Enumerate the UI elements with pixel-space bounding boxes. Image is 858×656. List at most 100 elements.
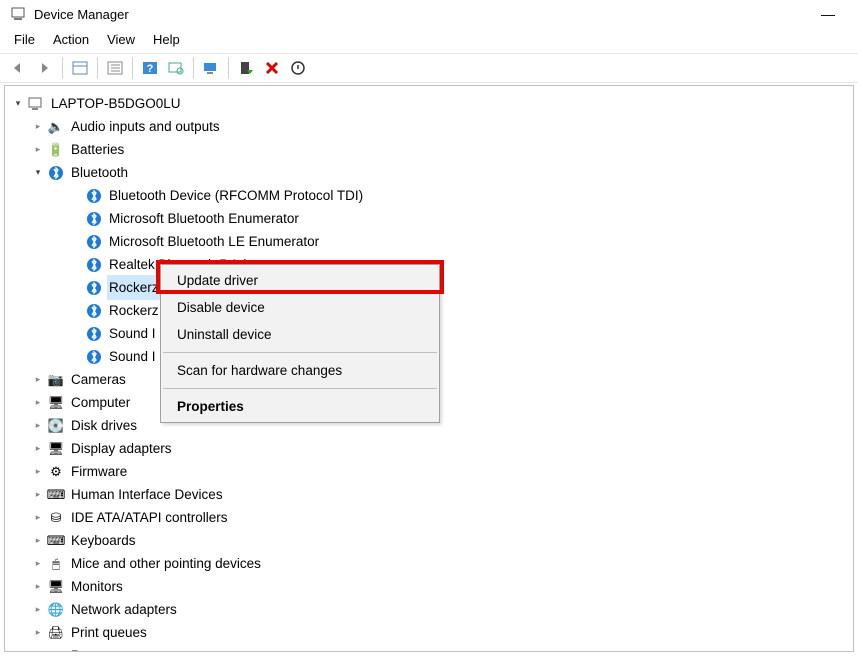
expand-icon[interactable] bbox=[31, 552, 45, 575]
menu-divider bbox=[163, 388, 437, 389]
context-menu-item[interactable]: Scan for hardware changes bbox=[161, 357, 439, 384]
expand-icon[interactable] bbox=[31, 529, 45, 552]
tree-category[interactable]: 🖱Mice and other pointing devices bbox=[9, 552, 849, 575]
category-label: Bluetooth bbox=[69, 160, 130, 185]
category-label: Print queues bbox=[69, 620, 149, 645]
category-label: Cameras bbox=[69, 367, 128, 392]
tree-category[interactable]: 🔋Batteries bbox=[9, 138, 849, 161]
device-label: Rockerz bbox=[107, 298, 161, 323]
disable-device-icon[interactable] bbox=[285, 56, 311, 80]
properties-icon[interactable] bbox=[102, 56, 128, 80]
category-label: Network adapters bbox=[69, 597, 179, 622]
uninstall-icon[interactable] bbox=[259, 56, 285, 80]
bluetooth-icon bbox=[85, 187, 103, 205]
expand-icon[interactable] bbox=[31, 621, 45, 644]
expand-icon[interactable] bbox=[31, 161, 45, 184]
expand-icon[interactable] bbox=[31, 138, 45, 161]
root-label: LAPTOP-B5DGO0LU bbox=[49, 91, 183, 116]
titlebar: Device Manager — bbox=[0, 0, 858, 26]
category-label: Batteries bbox=[69, 137, 126, 162]
scan-hardware-icon[interactable] bbox=[163, 56, 189, 80]
tree-category[interactable]: ⚙Firmware bbox=[9, 460, 849, 483]
tree-category[interactable]: ⌨Human Interface Devices bbox=[9, 483, 849, 506]
device-label: Sound I bbox=[107, 321, 158, 346]
update-driver-icon[interactable] bbox=[198, 56, 224, 80]
bluetooth-icon bbox=[85, 256, 103, 274]
expand-icon[interactable] bbox=[31, 460, 45, 483]
bluetooth-icon bbox=[47, 164, 65, 182]
tree-category[interactable]: 🖨Print queues bbox=[9, 621, 849, 644]
menu-divider bbox=[163, 352, 437, 353]
tree-device[interactable]: Bluetooth Device (RFCOMM Protocol TDI) bbox=[9, 184, 849, 207]
context-menu-item[interactable]: Update driver bbox=[161, 267, 439, 294]
tree-category[interactable]: 🔈Audio inputs and outputs bbox=[9, 115, 849, 138]
device-label: Microsoft Bluetooth LE Enumerator bbox=[107, 229, 321, 254]
device-label: Rockerz bbox=[107, 275, 161, 300]
expand-icon[interactable] bbox=[31, 483, 45, 506]
disk-icon: 💽 bbox=[47, 417, 65, 435]
camera-icon: 📷 bbox=[47, 371, 65, 389]
context-menu-item[interactable]: Properties bbox=[161, 393, 439, 420]
enable-device-icon[interactable] bbox=[233, 56, 259, 80]
expand-icon[interactable] bbox=[31, 598, 45, 621]
bluetooth-icon bbox=[85, 348, 103, 366]
tree-category[interactable]: 🖥Display adapters bbox=[9, 437, 849, 460]
keyboard-icon: ⌨ bbox=[47, 532, 65, 550]
tree-device[interactable]: Microsoft Bluetooth LE Enumerator bbox=[9, 230, 849, 253]
category-label: Monitors bbox=[69, 574, 125, 599]
display-icon: 🖥 bbox=[47, 440, 65, 458]
computer-icon bbox=[27, 95, 45, 113]
expand-icon[interactable] bbox=[11, 92, 25, 115]
firmware-icon: ⚙ bbox=[47, 463, 65, 481]
printer-icon: 🖨 bbox=[47, 624, 65, 642]
tree-category[interactable]: Bluetooth bbox=[9, 161, 849, 184]
expand-icon[interactable] bbox=[31, 368, 45, 391]
show-hidden-icon[interactable] bbox=[67, 56, 93, 80]
tree-device[interactable]: Microsoft Bluetooth Enumerator bbox=[9, 207, 849, 230]
expand-icon[interactable] bbox=[31, 506, 45, 529]
hid-icon: ⌨ bbox=[47, 486, 65, 504]
battery-icon: 🔋 bbox=[47, 141, 65, 159]
expand-icon[interactable] bbox=[31, 391, 45, 414]
help-icon[interactable]: ? bbox=[137, 56, 163, 80]
tree-category[interactable]: ▣Processors bbox=[9, 644, 849, 652]
category-label: Display adapters bbox=[69, 436, 174, 461]
context-menu-item[interactable]: Uninstall device bbox=[161, 321, 439, 348]
minimize-button[interactable]: — bbox=[808, 6, 848, 22]
menu-file[interactable]: File bbox=[6, 28, 43, 51]
menu-view[interactable]: View bbox=[99, 28, 143, 51]
bluetooth-icon bbox=[85, 233, 103, 251]
expand-icon[interactable] bbox=[31, 644, 45, 652]
menu-help[interactable]: Help bbox=[145, 28, 188, 51]
expand-icon[interactable] bbox=[31, 575, 45, 598]
expand-icon[interactable] bbox=[31, 437, 45, 460]
context-menu: Update driverDisable deviceUninstall dev… bbox=[160, 264, 440, 423]
device-label: Bluetooth Device (RFCOMM Protocol TDI) bbox=[107, 183, 365, 208]
category-label: Audio inputs and outputs bbox=[69, 114, 222, 139]
tree-pane[interactable]: LAPTOP-B5DGO0LU🔈Audio inputs and outputs… bbox=[4, 85, 854, 652]
forward-button[interactable] bbox=[32, 56, 58, 80]
back-button[interactable] bbox=[6, 56, 32, 80]
bluetooth-icon bbox=[85, 210, 103, 228]
network-icon: 🌐 bbox=[47, 601, 65, 619]
toolbar: ? bbox=[0, 53, 858, 83]
tree-category[interactable]: 🌐Network adapters bbox=[9, 598, 849, 621]
category-label: Computer bbox=[69, 390, 132, 415]
tree-root[interactable]: LAPTOP-B5DGO0LU bbox=[9, 92, 849, 115]
menubar: File Action View Help bbox=[0, 26, 858, 53]
bluetooth-icon bbox=[85, 325, 103, 343]
tree-category[interactable]: ⛁IDE ATA/ATAPI controllers bbox=[9, 506, 849, 529]
context-menu-item[interactable]: Disable device bbox=[161, 294, 439, 321]
speaker-icon: 🔈 bbox=[47, 118, 65, 136]
category-label: Disk drives bbox=[69, 413, 139, 438]
app-icon bbox=[10, 6, 26, 22]
device-label: Microsoft Bluetooth Enumerator bbox=[107, 206, 301, 231]
expand-icon[interactable] bbox=[31, 414, 45, 437]
tree-category[interactable]: 🖥Monitors bbox=[9, 575, 849, 598]
window-title: Device Manager bbox=[34, 7, 129, 22]
bluetooth-icon bbox=[85, 302, 103, 320]
category-label: IDE ATA/ATAPI controllers bbox=[69, 505, 230, 530]
tree-category[interactable]: ⌨Keyboards bbox=[9, 529, 849, 552]
expand-icon[interactable] bbox=[31, 115, 45, 138]
menu-action[interactable]: Action bbox=[45, 28, 97, 51]
